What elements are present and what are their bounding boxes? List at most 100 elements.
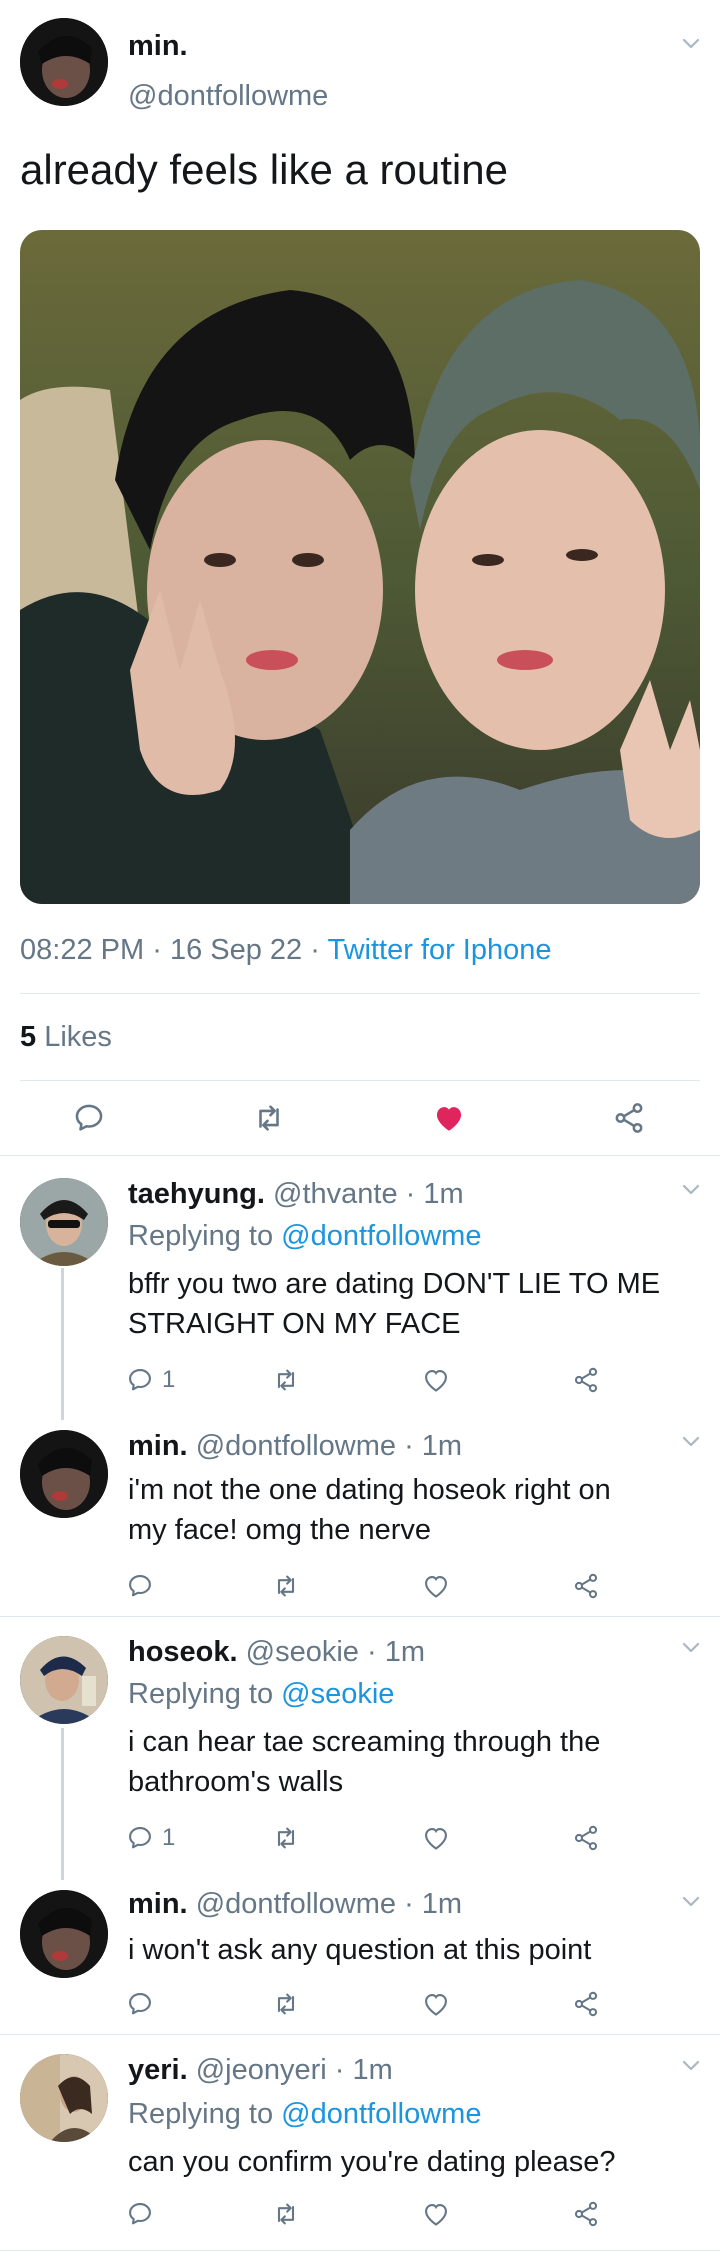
share-icon [574, 1991, 598, 2017]
reply-avatar[interactable] [20, 2054, 108, 2142]
reply-button[interactable] [120, 1360, 160, 1400]
share-button[interactable] [609, 1098, 649, 1138]
chevron-down-icon[interactable] [680, 32, 702, 54]
reply-author-name[interactable]: yeri. [128, 2054, 188, 2086]
reply-button[interactable] [69, 1098, 109, 1138]
likes-stat[interactable]: 5 Likes [20, 1021, 112, 1054]
reply-icon [129, 1827, 151, 1849]
replying-to: Replying to @seokie [128, 1678, 394, 1711]
likes-count: 5 [20, 1021, 37, 1053]
reply-text-line: i can hear tae screaming through the [128, 1726, 601, 1758]
share-button[interactable] [566, 1818, 606, 1858]
divider [0, 2034, 720, 2035]
reply-author-handle[interactable]: @seokie [246, 1636, 359, 1668]
retweet-icon [277, 1993, 295, 2015]
share-icon [615, 1103, 643, 1133]
share-button[interactable] [566, 1360, 606, 1400]
reply-text: can you confirm you're dating please? [128, 2142, 616, 2182]
divider [20, 993, 700, 994]
replying-to-link[interactable]: @dontfollowme [281, 1220, 481, 1252]
share-icon [574, 1367, 598, 1393]
like-button[interactable] [416, 1818, 456, 1858]
reply-author-handle[interactable]: @jeonyeri [196, 2054, 327, 2086]
like-button[interactable] [416, 2194, 456, 2234]
retweet-icon [277, 2203, 295, 2225]
author-avatar[interactable] [20, 18, 108, 106]
likes-label: Likes [44, 1021, 112, 1053]
chevron-down-icon[interactable] [680, 1430, 702, 1452]
reply-avatar[interactable] [20, 1430, 108, 1518]
reply-icon [129, 1369, 151, 1391]
divider [0, 2250, 720, 2251]
chevron-down-icon[interactable] [680, 1178, 702, 1200]
reply-icon [129, 1575, 151, 1597]
retweet-button[interactable] [266, 2194, 306, 2234]
reply-header: min. @dontfollowme · 1m [128, 1888, 462, 1921]
chevron-down-icon[interactable] [680, 2054, 702, 2076]
reply-icon [75, 1104, 103, 1131]
share-button[interactable] [566, 2194, 606, 2234]
meta-separator: · [310, 934, 320, 966]
reply-text: bffr you two are dating DON'T LIE TO ME … [128, 1264, 660, 1344]
meta-separator: · [152, 934, 162, 966]
author-handle[interactable]: @dontfollowme [128, 80, 328, 113]
reply-icon [129, 2203, 151, 2225]
reply-author-name[interactable]: min. [128, 1888, 188, 1920]
reply-button[interactable] [120, 1984, 160, 2024]
author-name[interactable]: min. [128, 30, 188, 63]
divider [20, 1080, 700, 1081]
reply-text: i'm not the one dating hoseok right on m… [128, 1470, 611, 1550]
reply-button[interactable] [120, 2194, 160, 2234]
replying-to-label: Replying to [128, 1220, 274, 1252]
retweet-button[interactable] [249, 1098, 289, 1138]
replying-to: Replying to @dontfollowme [128, 1220, 481, 1253]
reply-author-name[interactable]: min. [128, 1430, 188, 1462]
reply-header: min. @dontfollowme · 1m [128, 1430, 462, 1463]
like-icon [425, 1575, 447, 1598]
tweet-date: 16 Sep 22 [169, 934, 303, 966]
share-button[interactable] [566, 1566, 606, 1606]
replying-to-link[interactable]: @dontfollowme [281, 2098, 481, 2130]
like-icon [425, 1993, 447, 2016]
reply-author-handle[interactable]: @dontfollowme [196, 1430, 396, 1462]
reply-author-name[interactable]: taehyung. [128, 1178, 265, 1210]
replying-to-label: Replying to [128, 1678, 274, 1710]
reply-text-line: STRAIGHT ON MY FACE [128, 1308, 461, 1340]
chevron-down-icon[interactable] [680, 1890, 702, 1912]
reply-header: hoseok. @seokie · 1m [128, 1636, 425, 1669]
reply-text-line: i'm not the one dating hoseok right on [128, 1474, 611, 1506]
replying-to-label: Replying to [128, 2098, 274, 2130]
reply-avatar[interactable] [20, 1890, 108, 1978]
photo-image [20, 230, 700, 904]
like-button[interactable] [416, 1360, 456, 1400]
reply-count: 1 [162, 1366, 176, 1393]
like-button[interactable] [416, 1984, 456, 2024]
reply-time: · 1m [334, 2054, 393, 2086]
tweet-source-link[interactable]: Twitter for Iphone [327, 934, 551, 966]
reply-time: · 1m [404, 1430, 463, 1462]
tweet-photo[interactable] [20, 230, 700, 904]
like-icon [436, 1107, 462, 1131]
like-button[interactable] [429, 1098, 469, 1138]
retweet-button[interactable] [266, 1360, 306, 1400]
replying-to-link[interactable]: @seokie [281, 1678, 394, 1710]
reply-author-name[interactable]: hoseok. [128, 1636, 238, 1668]
reply-text: i won't ask any question at this point [128, 1930, 591, 1970]
reply-author-handle[interactable]: @dontfollowme [196, 1888, 396, 1920]
retweet-icon [277, 1369, 295, 1391]
retweet-button[interactable] [266, 1818, 306, 1858]
reply-button[interactable] [120, 1818, 160, 1858]
chevron-down-icon[interactable] [680, 1636, 702, 1658]
reply-avatar[interactable] [20, 1178, 108, 1266]
retweet-icon [259, 1105, 279, 1131]
like-icon [425, 2203, 447, 2226]
share-button[interactable] [566, 1984, 606, 2024]
share-icon [574, 2201, 598, 2227]
reply-button[interactable] [120, 1566, 160, 1606]
retweet-button[interactable] [266, 1984, 306, 2024]
reply-avatar[interactable] [20, 1636, 108, 1724]
reply-author-handle[interactable]: @thvante [273, 1178, 398, 1210]
retweet-button[interactable] [266, 1566, 306, 1606]
like-button[interactable] [416, 1566, 456, 1606]
reply-text: i can hear tae screaming through the bat… [128, 1722, 600, 1802]
